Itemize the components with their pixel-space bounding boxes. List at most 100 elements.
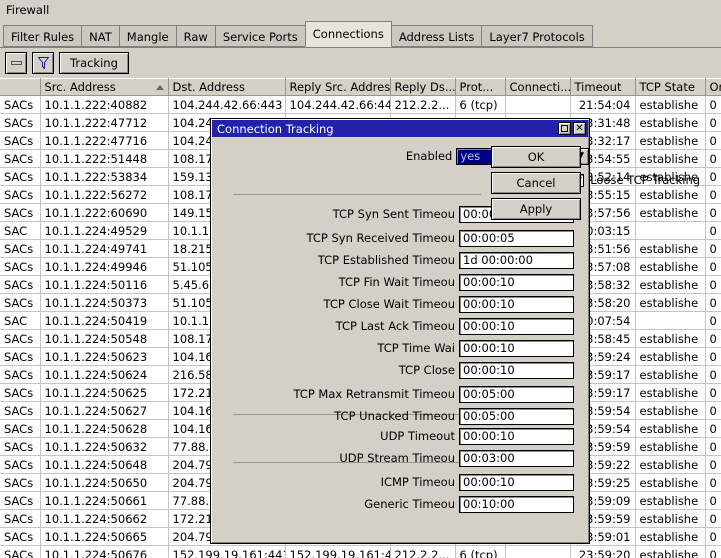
cell-rate: 0 bps/0 bps [705,365,721,384]
cell-rate: 0 bps/0 bps [705,239,721,258]
remove-button[interactable] [5,52,27,74]
cell-rate: 0 bps/11.6 [705,437,721,456]
column-header-timeout[interactable]: Timeout [570,78,636,96]
divider-1 [233,194,481,195]
column-header-conn[interactable]: Connecti... [505,78,571,96]
cell-rate: 0 bps/0 bps [705,545,721,558]
tcp-time-wait-timeout-row: TCP Time Wai 00:00:10 [211,338,589,358]
tcp-fin-wait-timeout-input[interactable]: 00:00:10 [459,273,574,291]
generic-timeout-input[interactable]: 00:10:00 [459,495,574,513]
column-header-src[interactable]: Src. Address [40,78,169,96]
maximize-icon[interactable] [558,122,571,135]
cell-rate: 0 bps/0 bps [705,383,721,402]
udp-timeout-input[interactable]: 00:00:10 [459,427,574,445]
tcp-close-timeout-label: TCP Close [398,363,455,377]
tcp-established-timeout-input[interactable]: 1d 00:00:00 [459,251,574,269]
table-row[interactable]: SACs 10.1.1.222:40882 104.244.42.66:443 104… [0,95,721,114]
cell-src: 10.1.1.224:50548 [40,329,169,348]
cell-flags: SACs [0,275,41,294]
cell-dst: 104.244.42.66:443 [168,95,286,114]
cancel-button[interactable]: Cancel [491,172,581,194]
cell-rate: 0 bps/0 bps [705,347,721,366]
cell-flags: SACs [0,257,41,276]
cell-src: 10.1.1.224:50632 [40,437,169,456]
cell-tcp_state [635,221,706,240]
column-header-flags[interactable] [0,78,41,96]
ok-button[interactable]: OK [491,146,581,168]
column-header-dst[interactable]: Dst. Address [168,78,286,96]
apply-button-label: Apply [519,202,553,216]
cell-flags: SACs [0,473,41,492]
cell-flags: SACs [0,383,41,402]
icmp-timeout-input[interactable]: 00:00:10 [459,473,574,491]
tab-service-ports[interactable]: Service Ports [214,25,306,47]
cell-tcp_state: establishe [635,185,706,204]
tcp-last-ack-timeout-label: TCP Last Ack Timeou [335,319,455,333]
cell-flags: SACs [0,419,41,438]
cell-flags: SACs [0,203,41,222]
column-header-rate[interactable]: Orig./Repl. [705,78,721,96]
cell-conn [505,545,571,558]
cell-flags: SACs [0,527,41,546]
cell-src: 10.1.1.224:50627 [40,401,169,420]
cell-src: 10.1.1.224:50623 [40,347,169,366]
minus-icon [10,61,22,65]
cell-flags: SAC [0,221,41,240]
cell-src: 10.1.1.224:50662 [40,509,169,528]
cancel-button-label: Cancel [516,176,556,190]
tcp-close-wait-timeout-input[interactable]: 00:00:10 [459,295,574,313]
cell-tcp_state: establishe [635,473,706,492]
udp-stream-timeout-input[interactable]: 00:03:00 [459,449,574,467]
tcp-close-timeout-input[interactable]: 00:00:10 [459,361,574,379]
cell-rate: 0 bps/0 bps [705,275,721,294]
close-icon[interactable]: ✕ [573,122,586,135]
cell-rate: 0 bps/0 bps [705,401,721,420]
tab-nat[interactable]: NAT [81,25,120,47]
column-header-reply_src[interactable]: Reply Src. Address [285,78,391,96]
cell-tcp_state [635,311,706,330]
cell-timeout: 23:59:20 [570,545,636,558]
funnel-icon [37,57,49,69]
cell-tcp_state: establishe [635,275,706,294]
column-header-proto[interactable]: Prot... [455,78,506,96]
tcp-fin-wait-timeout-label: TCP Fin Wait Timeou [338,275,455,289]
tcp-time-wait-timeout-label: TCP Time Wai [377,341,455,355]
tab-filter-rules[interactable]: Filter Rules [3,25,83,47]
cell-tcp_state: establishe [635,365,706,384]
cell-flags: SACs [0,167,41,186]
tab-connections[interactable]: Connections [304,21,392,47]
tcp-time-wait-timeout-input[interactable]: 00:00:10 [459,339,574,357]
dialog-titlebar[interactable]: Connection Tracking ✕ [212,120,588,137]
cell-src: 10.1.1.222:56272 [40,185,169,204]
cell-flags: SACs [0,293,41,312]
tcp-max-retransmit-timeout-input[interactable]: 00:05:00 [459,385,574,403]
tab-raw[interactable]: Raw [175,25,216,47]
cell-tcp_state: establishe [635,347,706,366]
tcp-unacked-timeout-input[interactable]: 00:05:00 [459,407,574,425]
cell-flags: SACs [0,545,41,558]
cell-conn [505,95,571,114]
tab-layer7-protocols[interactable]: Layer7 Protocols [481,25,593,47]
toolbar: Tracking [0,48,721,78]
tcp-syn-sent-timeout-label: TCP Syn Sent Timeou [332,207,455,221]
cell-tcp_state: establishe [635,491,706,510]
tcp-syn-received-timeout-input[interactable]: 00:00:05 [459,229,574,247]
udp-timeout-row: UDP Timeout 00:00:10 [211,426,589,446]
filter-button[interactable] [32,52,54,74]
column-header-reply_dst[interactable]: Reply Ds... [390,78,456,96]
tcp-last-ack-timeout-input[interactable]: 00:00:10 [459,317,574,335]
tab-mangle[interactable]: Mangle [118,25,177,47]
cell-flags: SACs [0,401,41,420]
icmp-timeout-label: ICMP Timeou [380,475,455,489]
udp-stream-timeout-row: UDP Stream Timeou 00:03:00 [211,448,589,468]
cell-flags: SACs [0,329,41,348]
tab-address-lists[interactable]: Address Lists [390,25,483,47]
table-row[interactable]: SACs 10.1.1.224:50676 152.199.19.161:443 15… [0,545,721,558]
cell-tcp_state: establishe [635,203,706,222]
cell-tcp_state: establishe [635,401,706,420]
column-header-tcp_state[interactable]: TCP State [635,78,706,96]
tracking-button[interactable]: Tracking [59,52,129,74]
ok-button-label: OK [527,150,545,164]
tcp-last-ack-timeout-row: TCP Last Ack Timeou 00:00:10 [211,316,589,336]
apply-button[interactable]: Apply [491,198,581,220]
